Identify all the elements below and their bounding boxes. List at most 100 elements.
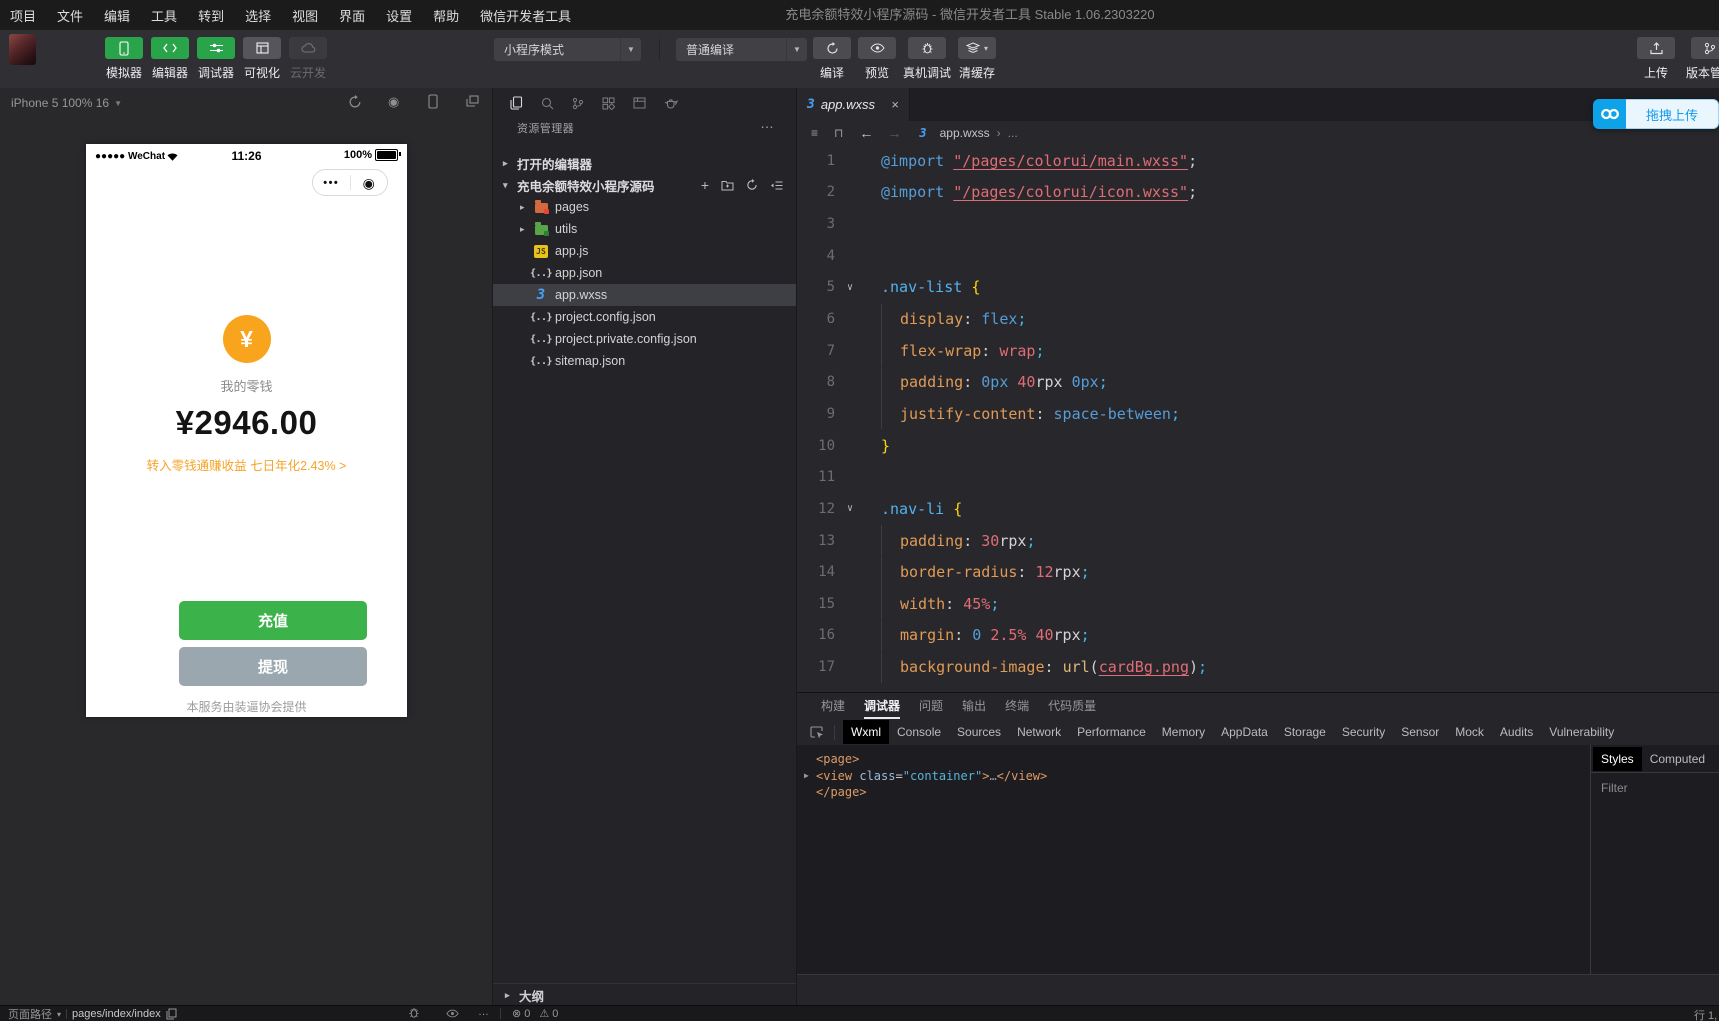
eye-action-button[interactable]: 预览 [858,37,896,81]
code-line-17[interactable]: 17 background-image: url(cardBg.png); [797,651,1719,683]
panel-tab-调试器[interactable]: 调试器 [864,693,901,719]
code-line-10[interactable]: 10} [797,430,1719,462]
refresh-icon[interactable] [746,179,758,191]
menu-item-4[interactable]: 转到 [198,6,224,25]
layout-mode-button[interactable]: 可视化 [243,37,281,81]
upload-button[interactable]: 上传 [1637,37,1675,81]
menu-item-8[interactable]: 设置 [386,6,412,25]
promo-link[interactable]: 转入零钱通赚收益 七日年化2.43% > [86,455,407,474]
tab-styles[interactable]: Styles [1593,746,1642,771]
phone-preview[interactable]: ●●●●● WeChat 11:26 100% ••• ◉ ¥ 我的零钱 ¥29… [86,144,407,717]
appmode-select[interactable]: 小程序模式 ▼ [494,38,641,61]
menu-item-2[interactable]: 编辑 [104,6,130,25]
eye-icon[interactable] [446,1009,459,1018]
devtools-tab-Network[interactable]: Network [1009,720,1069,744]
more-button[interactable]: ••• [313,177,350,189]
file-row-app.json[interactable]: {..} app.json [493,262,796,284]
phone-mode-button[interactable]: 模拟器 [105,37,143,81]
outline-list-icon[interactable]: ≡ [811,126,818,140]
rotate-icon[interactable] [348,95,362,109]
devtools-tab-Console[interactable]: Console [889,720,949,744]
panel-tab-代码质量[interactable]: 代码质量 [1048,693,1096,719]
problem-counts[interactable]: ⊗ 0 ⚠ 0 [512,1007,558,1021]
inspect-element-icon[interactable] [810,725,824,739]
files-icon[interactable] [510,96,523,110]
file-row-sitemap.json[interactable]: {..} sitemap.json [493,350,796,372]
menu-item-6[interactable]: 视图 [292,6,318,25]
file-row-utils[interactable]: ▸ utils [493,218,796,240]
record-icon[interactable]: ◉ [388,95,399,109]
devtools-tab-Security[interactable]: Security [1334,720,1393,744]
recharge-button[interactable]: 充值 [179,601,367,640]
devtools-tab-Sources[interactable]: Sources [949,720,1009,744]
menu-item-10[interactable]: 微信开发者工具 [480,6,571,25]
withdraw-button[interactable]: 提现 [179,647,367,686]
project-section[interactable]: ▾ 充电余额特效小程序源码 + [493,174,796,196]
outline-section[interactable]: ▸ 大纲 [493,983,796,1006]
code-mode-button[interactable]: 编辑器 [151,37,189,81]
avatar[interactable] [9,34,36,65]
menu-item-7[interactable]: 界面 [339,6,365,25]
code-line-4[interactable]: 4 [797,240,1719,272]
more-actions-icon[interactable]: … [760,115,774,131]
code-line-9[interactable]: 9 justify-content: space-between; [797,398,1719,430]
git-branch-icon[interactable] [572,97,584,110]
file-row-project.config.json[interactable]: {..} project.config.json [493,306,796,328]
code-line-5[interactable]: 5 ∨ .nav-list { [797,272,1719,304]
tab-computed[interactable]: Computed [1642,747,1713,771]
file-row-app.wxss[interactable]: 3 app.wxss [493,284,796,306]
panel-tab-构建[interactable]: 构建 [821,693,845,719]
search-icon[interactable] [541,97,554,110]
device-selector[interactable]: iPhone 5 100% 16 ▼ [11,96,122,110]
drag-upload-overlay[interactable]: 拖拽上传 [1593,99,1719,129]
code-line-3[interactable]: 3 [797,208,1719,240]
device-frame-icon[interactable] [428,94,438,109]
code-line-1[interactable]: 1 @import "/pages/colorui/main.wxss"; [797,145,1719,177]
code-line-7[interactable]: 7 flex-wrap: wrap; [797,335,1719,367]
menu-item-1[interactable]: 文件 [57,6,83,25]
component-icon[interactable] [633,97,646,109]
code-line-8[interactable]: 8 padding: 0px 40 rpx 0px; [797,366,1719,398]
code-line-14[interactable]: 14 border-radius: 12 rpx; [797,556,1719,588]
branch-button[interactable]: 版本管理 [1686,37,1719,81]
bookmark-icon[interactable]: ⊓ [834,126,843,140]
collapse-all-icon[interactable] [770,180,783,191]
devtools-tab-AppData[interactable]: AppData [1213,720,1276,744]
devtools-tab-Mock[interactable]: Mock [1447,720,1492,744]
back-arrow-icon[interactable]: ← [859,125,873,141]
devtools-tab-Vulnerability[interactable]: Vulnerability [1541,720,1622,744]
devtools-tab-Wxml[interactable]: Wxml [843,720,889,744]
new-file-icon[interactable]: + [701,178,709,192]
menu-item-5[interactable]: 选择 [245,6,271,25]
panel-tab-输出[interactable]: 输出 [962,693,986,719]
copy-icon[interactable] [166,1008,177,1020]
devtools-tab-Performance[interactable]: Performance [1069,720,1154,744]
cloud-mode-button[interactable]: 云开发 [289,37,327,81]
file-row-app.js[interactable]: JS app.js [493,240,796,262]
fold-chevron-icon[interactable]: ∨ [835,282,865,293]
styles-filter[interactable]: Filter [1601,781,1719,795]
detach-window-icon[interactable] [466,95,479,107]
panel-tab-终端[interactable]: 终端 [1005,693,1029,719]
close-icon[interactable]: × [891,97,899,112]
tab-app-wxss[interactable]: 3 app.wxss × [797,88,910,121]
page-path-label[interactable]: 页面路径 [8,1006,52,1021]
code-line-16[interactable]: 16 margin: 0 2.5% 40 rpx; [797,619,1719,652]
new-folder-icon[interactable] [721,180,734,191]
breadcrumb-more[interactable]: ... [1008,126,1018,140]
bug-action-button[interactable]: 真机调试 [903,37,951,81]
code-line-15[interactable]: 15 width: 45%; [797,588,1719,620]
fold-chevron-icon[interactable]: ∨ [835,503,865,514]
wxml-node-0[interactable]: <page> [797,751,1590,768]
devtools-tab-Sensor[interactable]: Sensor [1393,720,1447,744]
code-area[interactable]: 1 @import "/pages/colorui/main.wxss"; 2 @im… [797,145,1719,692]
extensions-icon[interactable] [602,97,615,110]
forward-arrow-icon[interactable]: → [887,125,901,141]
menu-item-0[interactable]: 项目 [10,6,36,25]
devtools-tab-Audits[interactable]: Audits [1492,720,1541,744]
devtools-tab-Memory[interactable]: Memory [1154,720,1213,744]
code-line-2[interactable]: 2 @import "/pages/colorui/icon.wxss"; [797,177,1719,209]
menu-item-3[interactable]: 工具 [151,6,177,25]
devtools-tab-Storage[interactable]: Storage [1276,720,1334,744]
wxml-node-2[interactable]: </page> [797,784,1590,801]
